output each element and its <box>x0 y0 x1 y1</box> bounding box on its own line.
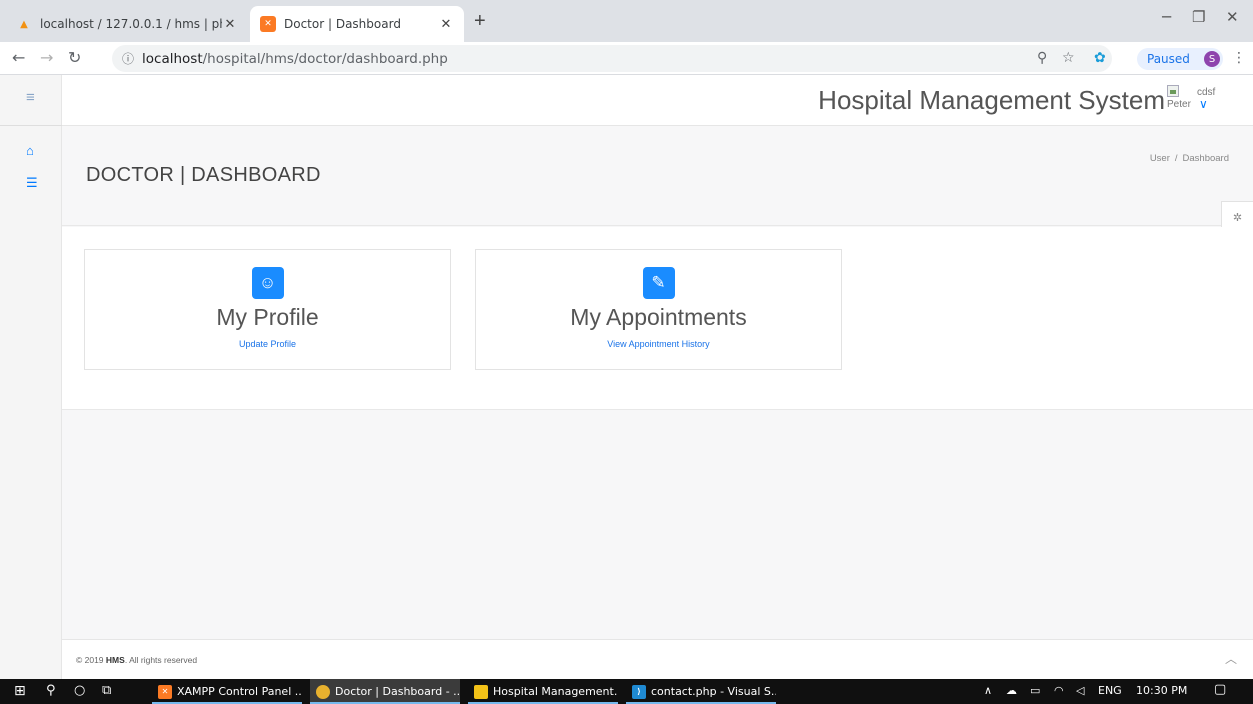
footer: © 2019 HMS. All rights reserved ︿ <box>62 639 1253 679</box>
taskbar-item-label: Hospital Management... <box>493 685 618 698</box>
browser-toolbar: ← → ↻ ⓘ localhost/hospital/hms/doctor/da… <box>0 42 1253 75</box>
copyright-year: © 2019 <box>76 655 104 665</box>
hamburger-menu-icon[interactable]: ≡ <box>26 89 35 106</box>
copyright: © 2019 HMS. All rights reserved <box>76 655 197 665</box>
battery-icon[interactable]: ▭ <box>1030 684 1040 697</box>
tab-phpmyadmin[interactable]: ▲ localhost / 127.0.0.1 / hms | phpM ✕ <box>6 6 248 42</box>
minimize-icon[interactable]: ─ <box>1162 8 1171 26</box>
taskbar-item-label: Doctor | Dashboard - ... <box>335 685 460 698</box>
chrome-icon <box>316 684 330 699</box>
clock[interactable]: 10:30 PM <box>1136 684 1187 697</box>
folder-icon <box>474 684 488 699</box>
taskbar-item-label: contact.php - Visual S... <box>651 685 776 698</box>
address-bar[interactable]: ⓘ localhost/hospital/hms/doctor/dashboar… <box>112 45 1112 72</box>
paperclip-icon: ✎ <box>642 267 675 299</box>
sidebar: ≡ ⌂ ☰ <box>0 75 62 679</box>
cortana-icon[interactable]: ○ <box>74 683 85 698</box>
sidebar-divider <box>0 125 62 126</box>
profile-button[interactable]: Paused S <box>1137 48 1223 70</box>
taskbar-item-label: XAMPP Control Panel ... <box>177 685 302 698</box>
user-menu[interactable]: Peter cdsf ∨ <box>1167 85 1227 119</box>
windows-start-icon[interactable]: ⊞ <box>14 683 26 699</box>
onedrive-cloud-icon[interactable]: ☁ <box>1006 684 1017 697</box>
breadcrumb-separator: / <box>1174 153 1178 164</box>
update-profile-link[interactable]: Update Profile <box>85 339 450 349</box>
smile-icon: ☺ <box>251 267 284 299</box>
breadcrumb: User / Dashboard <box>1150 153 1229 164</box>
close-window-icon[interactable]: ✕ <box>1226 8 1239 26</box>
page-header: DOCTOR | DASHBOARD User / Dashboard ✲ <box>62 126 1253 233</box>
phpmyadmin-icon: ▲ <box>20 18 28 30</box>
reload-icon[interactable]: ↻ <box>68 48 81 67</box>
list-icon[interactable]: ☰ <box>26 175 38 191</box>
copyright-brand: HMS <box>105 655 125 665</box>
tab-title: Doctor | Dashboard <box>284 17 401 31</box>
url-path: /hospital/hms/doctor/dashboard.php <box>202 50 448 67</box>
taskbar-item-explorer[interactable]: Hospital Management... <box>468 679 618 704</box>
copyright-rights: . All rights reserved <box>124 655 198 665</box>
chevron-down-icon[interactable]: ∨ <box>1199 97 1208 111</box>
profile-status: Paused <box>1147 52 1190 66</box>
card-title: My Profile <box>216 304 319 330</box>
tab-doctor-dashboard[interactable]: ✕ Doctor | Dashboard ✕ <box>250 6 464 42</box>
wifi-icon[interactable]: ◠ <box>1054 684 1064 697</box>
scroll-to-top-icon[interactable]: ︿ <box>1225 650 1237 667</box>
taskbar-item-vscode[interactable]: ⟩ contact.php - Visual S... <box>626 679 776 704</box>
volume-icon[interactable]: ◁ <box>1076 684 1084 697</box>
browser-tab-bar: ▲ localhost / 127.0.0.1 / hms | phpM ✕ ✕… <box>0 0 1253 42</box>
new-tab-button[interactable]: + <box>474 10 486 33</box>
restore-icon[interactable]: ❐ <box>1192 8 1205 26</box>
back-icon[interactable]: ← <box>12 48 25 67</box>
language-indicator[interactable]: ENG <box>1098 684 1122 697</box>
notification-icon[interactable]: ▢ <box>1214 682 1226 697</box>
vscode-icon: ⟩ <box>632 684 646 699</box>
breadcrumb-item-user[interactable]: User <box>1150 153 1170 164</box>
gear-icon: ✲ <box>1232 211 1243 224</box>
windows-taskbar: ⊞ ⚲ ○ ⧉ ✕ XAMPP Control Panel ... Doctor… <box>0 679 1253 704</box>
task-view-icon[interactable]: ⧉ <box>102 683 111 698</box>
menu-kebab-icon[interactable]: ⋮ <box>1232 50 1246 66</box>
tab-title: localhost / 127.0.0.1 / hms | phpM <box>40 17 222 31</box>
profile-avatar: S <box>1204 51 1220 67</box>
chevron-up-icon[interactable]: ∧ <box>984 684 992 697</box>
close-tab-icon[interactable]: ✕ <box>222 17 238 32</box>
url-host: localhost <box>142 50 203 67</box>
taskbar-item-xampp[interactable]: ✕ XAMPP Control Panel ... <box>152 679 302 704</box>
search-icon[interactable]: ⚲ <box>46 683 56 698</box>
extension-icon[interactable]: ✿ <box>1094 50 1106 66</box>
user-avatar-image <box>1167 85 1179 97</box>
bookmark-star-icon[interactable]: ☆ <box>1062 50 1075 66</box>
view-appointment-history-link[interactable]: View Appointment History <box>476 339 841 349</box>
app-title: Hospital Management System <box>818 85 1165 115</box>
card-title: My Appointments <box>570 304 747 330</box>
info-icon[interactable]: ⓘ <box>122 50 134 67</box>
home-icon[interactable]: ⌂ <box>26 143 34 158</box>
profile-card: ☺ My Profile Update Profile <box>84 249 451 370</box>
close-tab-icon[interactable]: ✕ <box>438 17 454 32</box>
user-avatar-alt: Peter <box>1167 99 1191 110</box>
forward-icon[interactable]: → <box>40 48 53 67</box>
app-header: Hospital Management System Peter cdsf ∨ <box>62 75 1253 126</box>
xampp-icon: ✕ <box>260 16 276 32</box>
main-content: DOCTOR | DASHBOARD User / Dashboard ✲ ☺ My… <box>62 126 1253 639</box>
zoom-icon[interactable]: ⚲ <box>1037 50 1047 66</box>
taskbar-item-chrome[interactable]: Doctor | Dashboard - ... <box>310 679 460 704</box>
breadcrumb-item-dashboard: Dashboard <box>1182 153 1229 164</box>
dashboard-cards: ☺ My Profile Update Profile ✎ My Appoint… <box>62 227 1253 410</box>
appointments-card: ✎ My Appointments View Appointment Histo… <box>475 249 842 370</box>
page-title: DOCTOR | DASHBOARD <box>86 164 321 186</box>
xampp-icon: ✕ <box>158 684 172 699</box>
